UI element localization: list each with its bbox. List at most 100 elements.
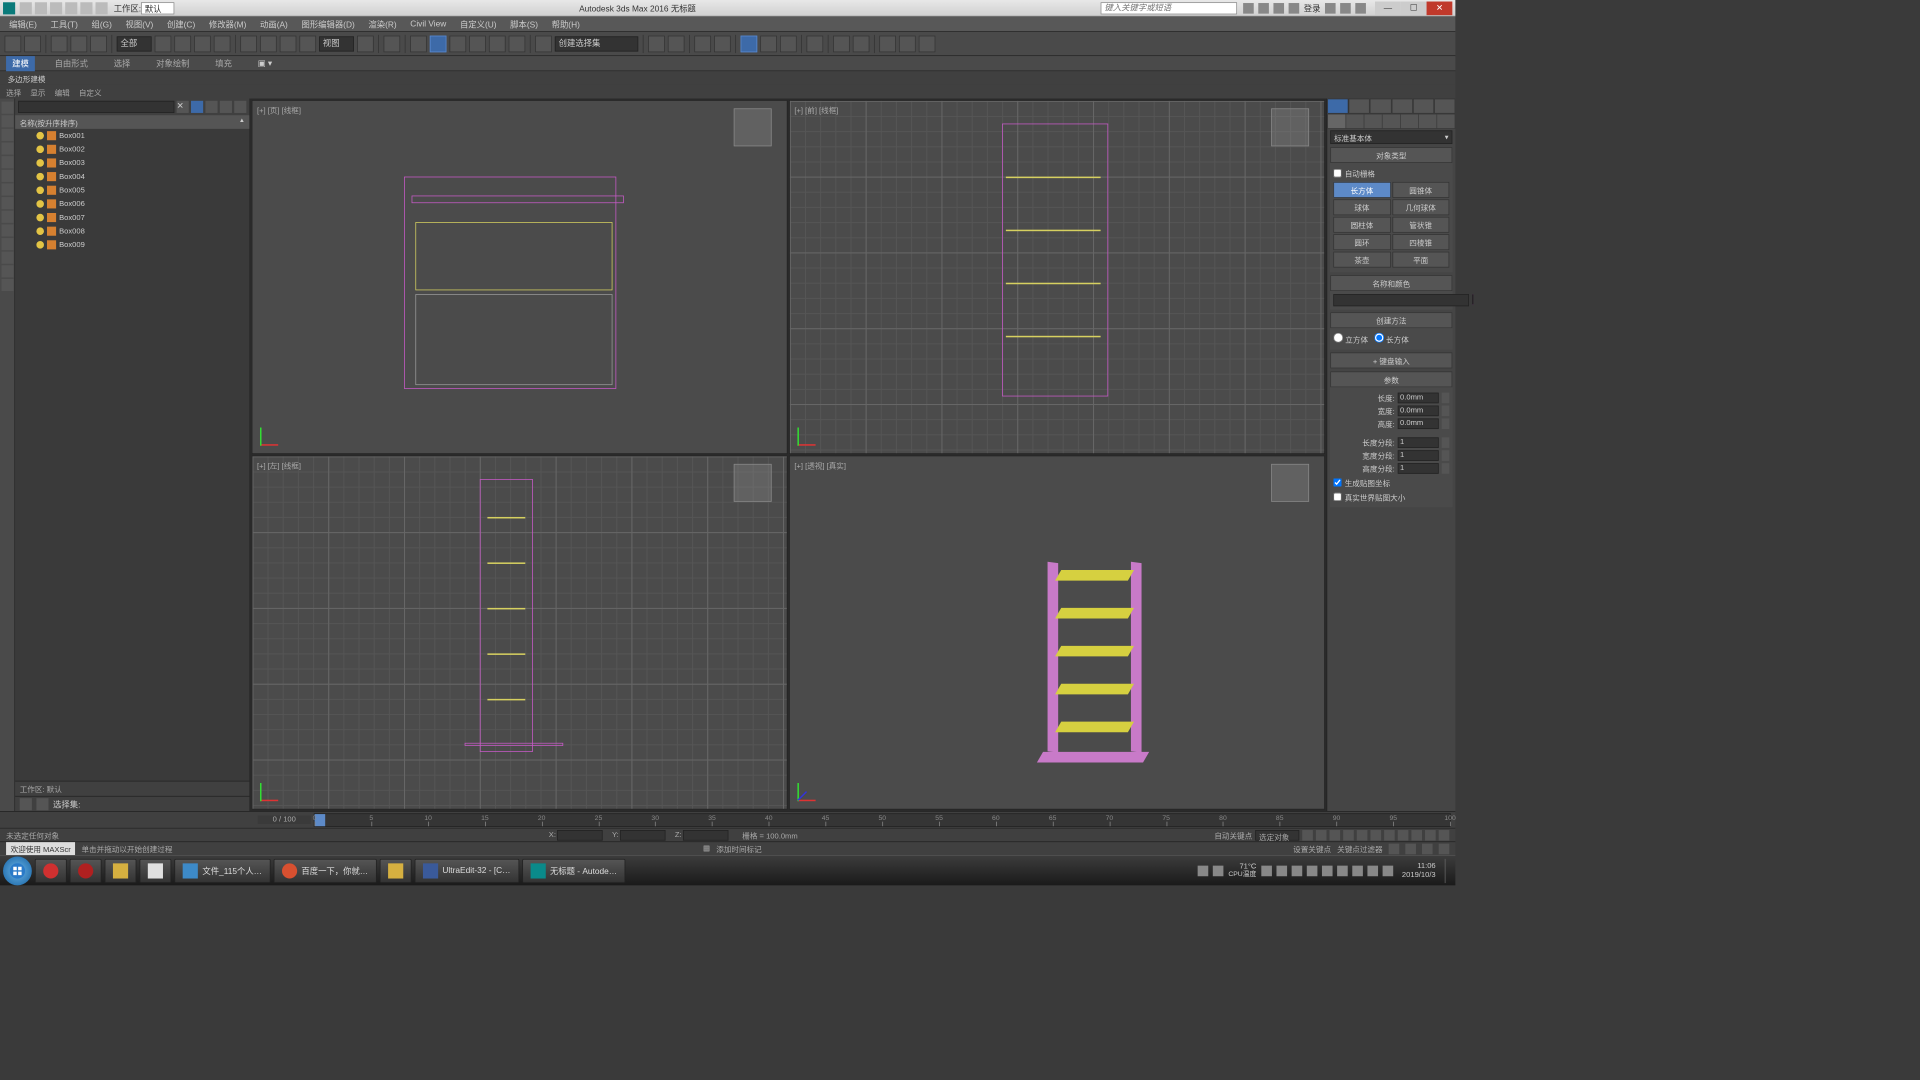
tray-icon[interactable] <box>1322 865 1333 876</box>
signin-label[interactable]: 登录 <box>1304 2 1321 14</box>
visibility-icon[interactable] <box>36 186 44 194</box>
curve-editor-button[interactable] <box>741 35 758 52</box>
time-config-icon[interactable] <box>1384 830 1395 841</box>
selection-filter-dropdown[interactable]: 全部 <box>117 36 152 51</box>
undo-button[interactable] <box>5 35 22 52</box>
se-tab-display[interactable]: 显示 <box>30 86 45 97</box>
tab-hierarchy-icon[interactable] <box>1370 99 1391 114</box>
viewcube[interactable] <box>734 108 772 146</box>
render-iter-button[interactable] <box>899 35 916 52</box>
filter-frozen-icon[interactable] <box>2 211 14 223</box>
redo-icon[interactable] <box>80 2 92 14</box>
tray-icon[interactable] <box>1337 865 1348 876</box>
list-item[interactable]: Box002 <box>15 143 249 157</box>
menu-group[interactable]: 组(G) <box>85 16 118 31</box>
menu-graph[interactable]: 图形编辑器(D) <box>295 16 360 31</box>
rollout-header[interactable]: + 键盘输入 <box>1330 352 1452 368</box>
project-icon[interactable] <box>96 2 108 14</box>
menu-modifiers[interactable]: 修改器(M) <box>203 16 253 31</box>
spinner[interactable] <box>1442 418 1450 429</box>
visibility-icon[interactable] <box>36 132 44 140</box>
ic[interactable]: ▦ <box>703 844 710 852</box>
layer-button[interactable] <box>694 35 711 52</box>
se-tab-select[interactable]: 选择 <box>6 86 21 97</box>
filter-misc2-icon[interactable] <box>2 252 14 264</box>
caret-down-icon[interactable] <box>1325 3 1336 14</box>
tray-icon[interactable] <box>1213 865 1224 876</box>
subtab-helper-icon[interactable] <box>1401 114 1418 128</box>
object-name-input[interactable] <box>1333 294 1469 306</box>
rotate-button[interactable] <box>260 35 277 52</box>
next-frame-icon[interactable] <box>1343 830 1354 841</box>
list-item[interactable]: Box004 <box>15 170 249 184</box>
viewport-perspective[interactable]: [+] [透视] [真实] <box>789 456 1325 810</box>
taskbar-item[interactable] <box>35 858 67 882</box>
redo-button[interactable] <box>24 35 41 52</box>
taskbar-item[interactable]: UltraEdit-32 - [C… <box>414 858 518 882</box>
length-input[interactable] <box>1398 392 1439 403</box>
ribbon-toggle-icon[interactable]: ▣ ▾ <box>258 58 272 68</box>
subtab-cam-icon[interactable] <box>1383 114 1400 128</box>
tab-display-icon[interactable] <box>1413 99 1434 114</box>
list-item[interactable]: Box006 <box>15 197 249 211</box>
nav-max-icon[interactable] <box>1422 843 1433 854</box>
subtab-shape-icon[interactable] <box>1346 114 1363 128</box>
volume-icon[interactable] <box>1367 865 1378 876</box>
tray-icon[interactable] <box>1198 865 1209 876</box>
user-icon[interactable] <box>1289 3 1300 14</box>
spinner[interactable] <box>1442 463 1450 474</box>
tab-utility-icon[interactable] <box>1434 99 1455 114</box>
mirror-button[interactable] <box>648 35 665 52</box>
btn-box[interactable]: 长方体 <box>1333 182 1390 198</box>
undo-icon[interactable] <box>65 2 77 14</box>
bind-button[interactable] <box>90 35 107 52</box>
new-icon[interactable] <box>20 2 32 14</box>
btn-geosphere[interactable]: 几何球体 <box>1392 199 1449 215</box>
filter-light-icon[interactable] <box>2 129 14 141</box>
spinner-snap-button[interactable] <box>489 35 506 52</box>
select-rect-button[interactable] <box>194 35 211 52</box>
taskbar-item[interactable] <box>379 858 411 882</box>
rollout-header[interactable]: 参数 <box>1330 371 1452 387</box>
sync-icon[interactable] <box>220 101 232 113</box>
nav-zoomall-icon[interactable] <box>1411 830 1422 841</box>
spinner[interactable] <box>1442 437 1450 448</box>
unlink-button[interactable] <box>70 35 87 52</box>
named-sel-dropdown[interactable]: 创建选择集 <box>555 36 638 51</box>
btn-pyramid[interactable]: 四棱锥 <box>1392 234 1449 250</box>
btn-sphere[interactable]: 球体 <box>1333 199 1390 215</box>
start-button[interactable] <box>3 856 32 885</box>
render-frame-button[interactable] <box>853 35 870 52</box>
visibility-icon[interactable] <box>36 173 44 181</box>
star-icon[interactable] <box>1258 3 1269 14</box>
width-input[interactable] <box>1398 405 1439 416</box>
viewport-label[interactable]: [+] [透视] [真实] <box>794 459 846 470</box>
tray-icon[interactable] <box>1352 865 1363 876</box>
autokey-button[interactable]: 自动关键点 <box>1214 829 1252 840</box>
visibility-icon[interactable] <box>36 159 44 167</box>
tray-icon[interactable] <box>1291 865 1302 876</box>
close-button[interactable]: ✕ <box>1427 1 1453 15</box>
tab-create-icon[interactable] <box>1327 99 1348 114</box>
visibility-icon[interactable] <box>36 146 44 154</box>
scene-search-input[interactable] <box>18 101 174 113</box>
menu-view[interactable]: 视图(V) <box>119 16 159 31</box>
spinner[interactable] <box>1442 392 1450 403</box>
refresh-icon[interactable] <box>234 101 246 113</box>
se-tab-edit[interactable]: 编辑 <box>55 86 70 97</box>
nav-fov-icon[interactable] <box>1425 830 1436 841</box>
clear-icon[interactable]: ✕ <box>177 101 189 113</box>
gen-uv-checkbox[interactable] <box>1333 478 1341 486</box>
rollout-header[interactable]: 对象类型 <box>1330 147 1452 163</box>
filter-space-icon[interactable] <box>2 170 14 182</box>
taskbar-item[interactable] <box>139 858 171 882</box>
clock[interactable]: 11:06 2019/10/3 <box>1397 861 1440 879</box>
ribbon-tab-modeling[interactable]: 建模 <box>6 56 35 71</box>
heiseg-input[interactable] <box>1398 463 1439 474</box>
spinner[interactable] <box>1442 405 1450 416</box>
key-mode-icon[interactable] <box>1370 830 1381 841</box>
ref-coord-dropdown[interactable]: 视图 <box>319 36 354 51</box>
exchange-icon[interactable] <box>1273 3 1284 14</box>
menu-tools[interactable]: 工具(T) <box>44 16 83 31</box>
workspace-dropdown[interactable]: 默认 <box>141 2 174 14</box>
